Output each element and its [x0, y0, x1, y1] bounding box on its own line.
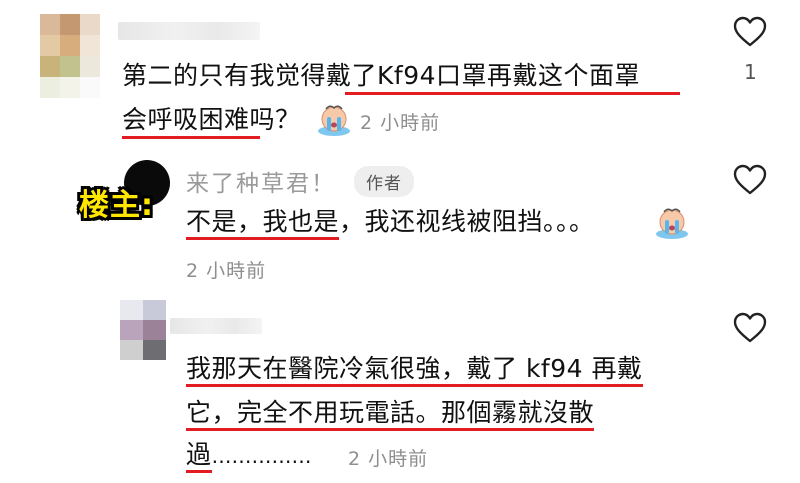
avatar[interactable]	[40, 14, 100, 98]
comment-line-3: 過	[186, 440, 212, 473]
username-blurred[interactable]	[170, 318, 262, 334]
comment-line-2: 它，完全不用玩電話。那個霧就沒散	[186, 398, 595, 431]
username-blurred[interactable]	[118, 22, 260, 40]
like-count: 1	[744, 60, 757, 84]
comment-ellipsis: ……………	[211, 444, 312, 468]
comment-text: 它，完全不用玩電話。那個霧就沒散	[186, 391, 595, 435]
comment-line-1: 我那天在醫院冷氣很強，戴了 kf94 再戴	[186, 354, 643, 387]
comment-text: 我那天在醫院冷氣很強，戴了 kf94 再戴	[186, 347, 643, 391]
crying-face-emoji	[656, 208, 688, 239]
underline-mark	[345, 92, 680, 95]
op-label: 楼主:	[79, 188, 154, 223]
heart-icon[interactable]	[733, 164, 767, 196]
comment-time: 2 小時前	[348, 448, 429, 470]
author-tag: 作者	[354, 165, 414, 197]
comment-line-2: 会呼吸困难吗？	[122, 105, 301, 134]
reply-username[interactable]: 来了种草君！	[186, 164, 336, 198]
heart-icon[interactable]	[733, 16, 767, 48]
reply-time: 2 小時前	[186, 260, 267, 282]
reply-header: 来了种草君！ 作者	[186, 164, 414, 198]
comment-time: 2 小時前	[360, 112, 441, 134]
reply-text-underlined: 不是，我也是	[186, 207, 340, 240]
comment-line-1: 第二的只有我觉得戴了Kf94口罩再戴这个面罩	[122, 61, 641, 90]
heart-icon[interactable]	[733, 312, 767, 344]
reply-text: 不是，我也是，我还视线被阻挡。。。	[186, 200, 595, 244]
reply-text-rest: ，我还视线被阻挡。。。	[339, 207, 595, 236]
crying-face-emoji	[318, 105, 350, 136]
underline-mark	[122, 136, 260, 139]
comment-text: 過……………	[186, 433, 312, 478]
avatar[interactable]	[120, 300, 166, 360]
